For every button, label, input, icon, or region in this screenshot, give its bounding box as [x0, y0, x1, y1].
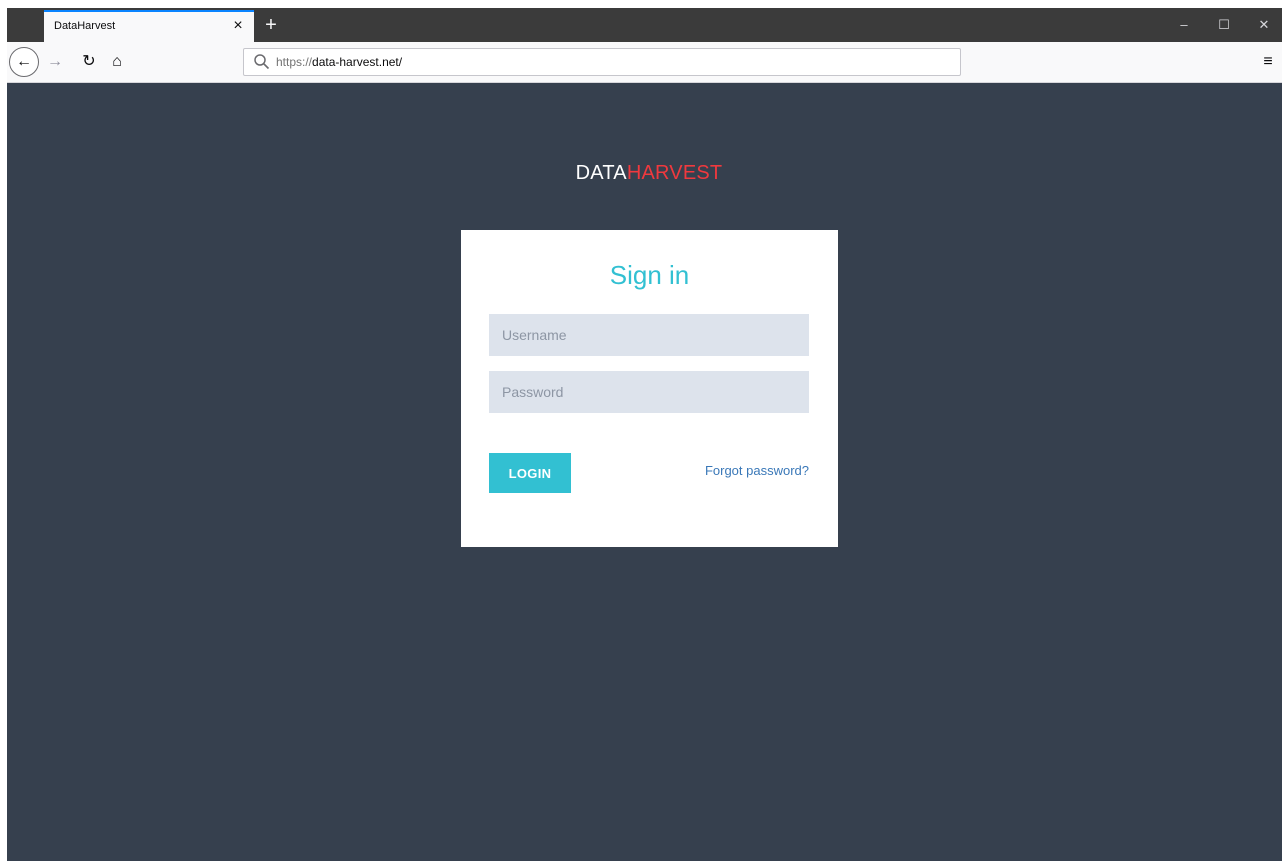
brand-part-data: DATA [575, 162, 627, 184]
reload-icon[interactable]: ↻ [77, 50, 101, 74]
back-arrow-icon[interactable]: ← [9, 47, 39, 77]
forgot-password-link[interactable]: Forgot password? [705, 463, 809, 478]
url-text: https://data-harvest.net/ [276, 55, 402, 69]
navigation-toolbar: ← → ↻ ⌂ https://data-harvest.net/ ≡ [7, 42, 1282, 83]
tab-dataharvest[interactable]: DataHarvest × [44, 10, 254, 42]
tab-strip: DataHarvest × + – ☐ ✕ [7, 8, 1282, 42]
browser-window: DataHarvest × + – ☐ ✕ ← → ↻ ⌂ https://da… [7, 8, 1282, 861]
hamburger-menu-icon[interactable]: ≡ [1258, 50, 1278, 74]
url-scheme: https:// [276, 55, 313, 69]
username-input[interactable] [489, 314, 809, 356]
signin-card: Sign in LOGIN Forgot password? [461, 230, 838, 547]
search-icon [254, 54, 270, 70]
login-page: DATAHARVEST Sign in LOGIN Forgot passwor… [7, 84, 1282, 861]
home-icon[interactable]: ⌂ [105, 50, 129, 74]
tab-title: DataHarvest [54, 20, 116, 32]
new-tab-button[interactable]: + [259, 13, 283, 37]
url-bar[interactable]: https://data-harvest.net/ [243, 48, 961, 76]
brand-part-harvest: HARVEST [626, 162, 723, 184]
minimize-button[interactable]: – [1170, 13, 1198, 37]
maximize-button[interactable]: ☐ [1210, 13, 1238, 37]
signin-title: Sign in [609, 260, 690, 290]
forward-arrow-icon[interactable]: → [43, 50, 67, 74]
brand-logo: DATAHARVEST [7, 162, 1282, 185]
login-button[interactable]: LOGIN [489, 453, 571, 493]
password-input[interactable] [489, 371, 809, 413]
close-window-button[interactable]: ✕ [1250, 13, 1278, 37]
url-host: data-harvest.net/ [312, 55, 403, 69]
tab-close-icon[interactable]: × [228, 16, 248, 36]
